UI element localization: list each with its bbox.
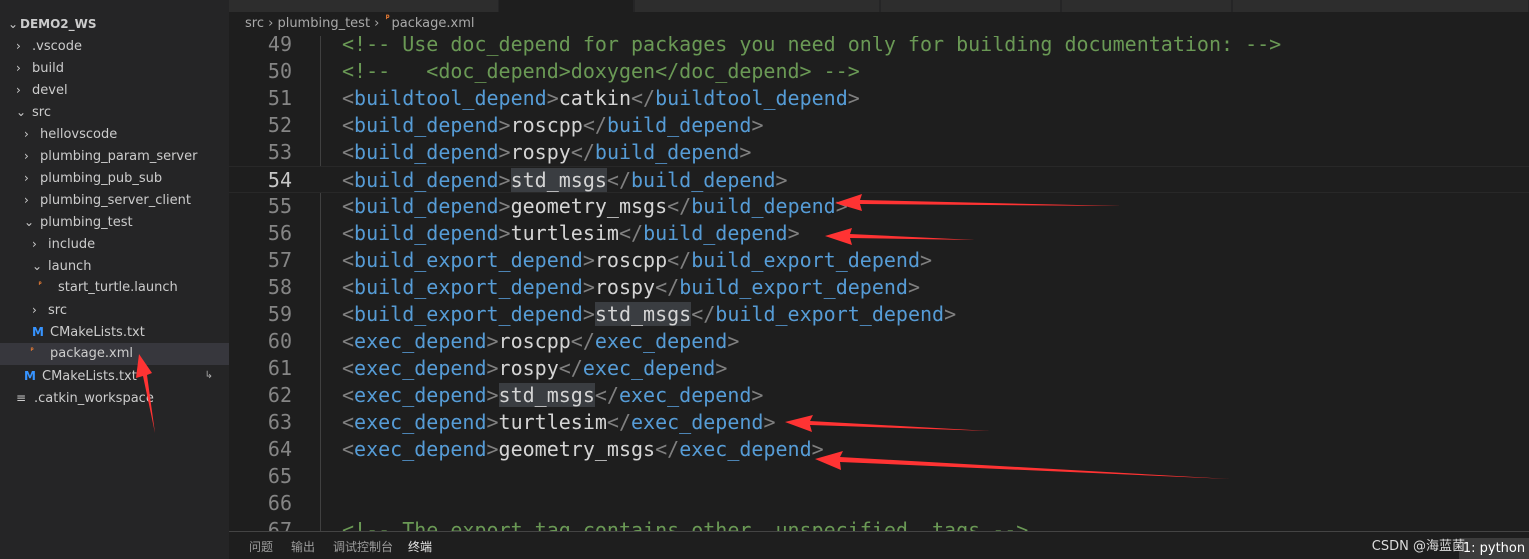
arrow-annotation [815, 451, 1230, 479]
arrow-annotation [785, 415, 990, 432]
arrow-annotation [825, 228, 975, 245]
arrow-annotation [835, 194, 1122, 211]
arrow-annotation [136, 354, 155, 433]
annotation-arrows [136, 194, 1230, 479]
